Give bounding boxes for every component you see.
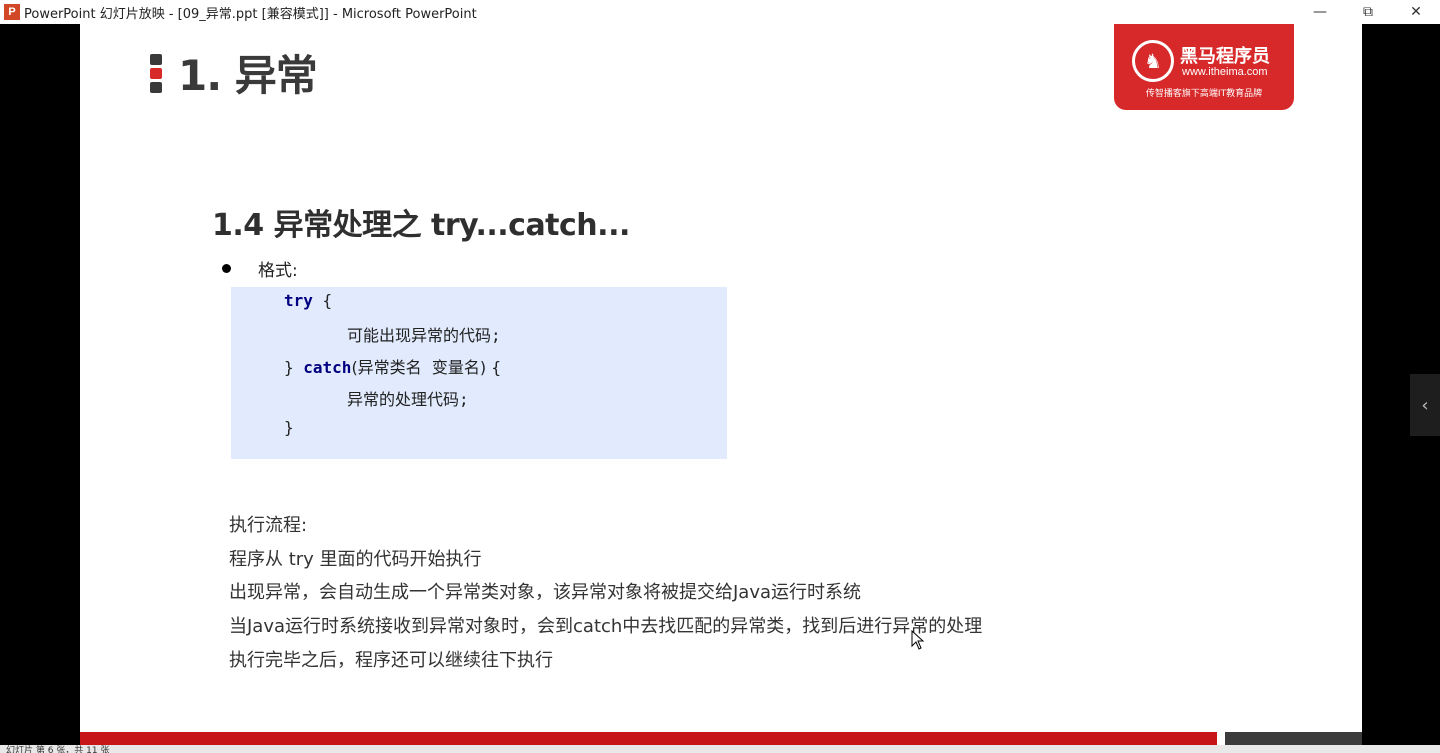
logo-slogan: 传智播客旗下高端IT教育品牌 — [1145, 89, 1263, 99]
chevron-left-icon[interactable]: ‹ — [1410, 374, 1440, 436]
slide-footer-bar-dark — [1225, 732, 1362, 745]
code-line-catch: } catch(异常类名 变量名) { — [284, 354, 501, 378]
slide[interactable]: 1. 异常 ♞ 黑马程序员 www.itheima.com 传智播客旗下高端IT… — [80, 24, 1362, 745]
flow-step-1: 程序从 try 里面的代码开始执行 — [229, 549, 482, 570]
code-close-brace: } — [284, 358, 304, 377]
window-controls: — ⧉ ✕ — [1296, 0, 1440, 24]
code-line-handler: 异常的处理代码; — [347, 390, 469, 409]
restore-button[interactable]: ⧉ — [1344, 0, 1392, 24]
bullet-label: 格式: — [258, 261, 298, 281]
code-keyword-try: try — [284, 291, 313, 310]
minimize-button[interactable]: — — [1296, 0, 1344, 24]
code-open-brace: { — [312, 291, 333, 310]
code-block: try { 可能出现异常的代码; } catch(异常类名 变量名) { 异常的… — [231, 287, 727, 459]
slide-footer-bar — [80, 732, 1217, 745]
section-heading: 1.4 异常处理之 try...catch... — [212, 208, 630, 243]
logo-url: www.itheima.com — [1182, 66, 1268, 78]
flow-step-4: 执行完毕之后，程序还可以继续往下执行 — [229, 650, 553, 671]
brand-logo: ♞ 黑马程序员 www.itheima.com 传智播客旗下高端IT教育品牌 — [1114, 24, 1294, 110]
status-bar: 幻灯片 第 6 张，共 11 张 — [0, 745, 1440, 753]
logo-name: 黑马程序员 — [1180, 46, 1270, 67]
code-catch-params: (异常类名 变量名) { — [351, 358, 502, 377]
title-marker-icon — [150, 54, 162, 100]
flow-step-3: 当Java运行时系统接收到异常对象时，会到catch中去找匹配的异常类，找到后进… — [229, 616, 983, 637]
flow-heading: 执行流程: — [229, 515, 308, 536]
powerpoint-icon: P — [4, 4, 20, 20]
slide-title: 1. 异常 — [178, 51, 318, 100]
flow-step-2: 出现异常，会自动生成一个异常类对象，该异常对象将被提交给Java运行时系统 — [229, 582, 862, 603]
code-line-end: } — [284, 418, 294, 437]
code-keyword-catch: catch — [303, 358, 352, 377]
mouse-cursor-icon — [911, 630, 925, 650]
horse-logo-icon: ♞ — [1132, 40, 1174, 82]
window-title: PowerPoint 幻灯片放映 - [09_异常.ppt [兼容模式]] - … — [24, 6, 477, 22]
window-title-bar: P PowerPoint 幻灯片放映 - [09_异常.ppt [兼容模式]] … — [0, 0, 1440, 24]
bullet-icon — [222, 264, 231, 273]
code-line-body: 可能出现异常的代码; — [347, 326, 501, 345]
status-slide-count: 幻灯片 第 6 张，共 11 张 — [6, 746, 110, 753]
code-line-try: try { — [284, 291, 332, 310]
close-button[interactable]: ✕ — [1392, 0, 1440, 24]
